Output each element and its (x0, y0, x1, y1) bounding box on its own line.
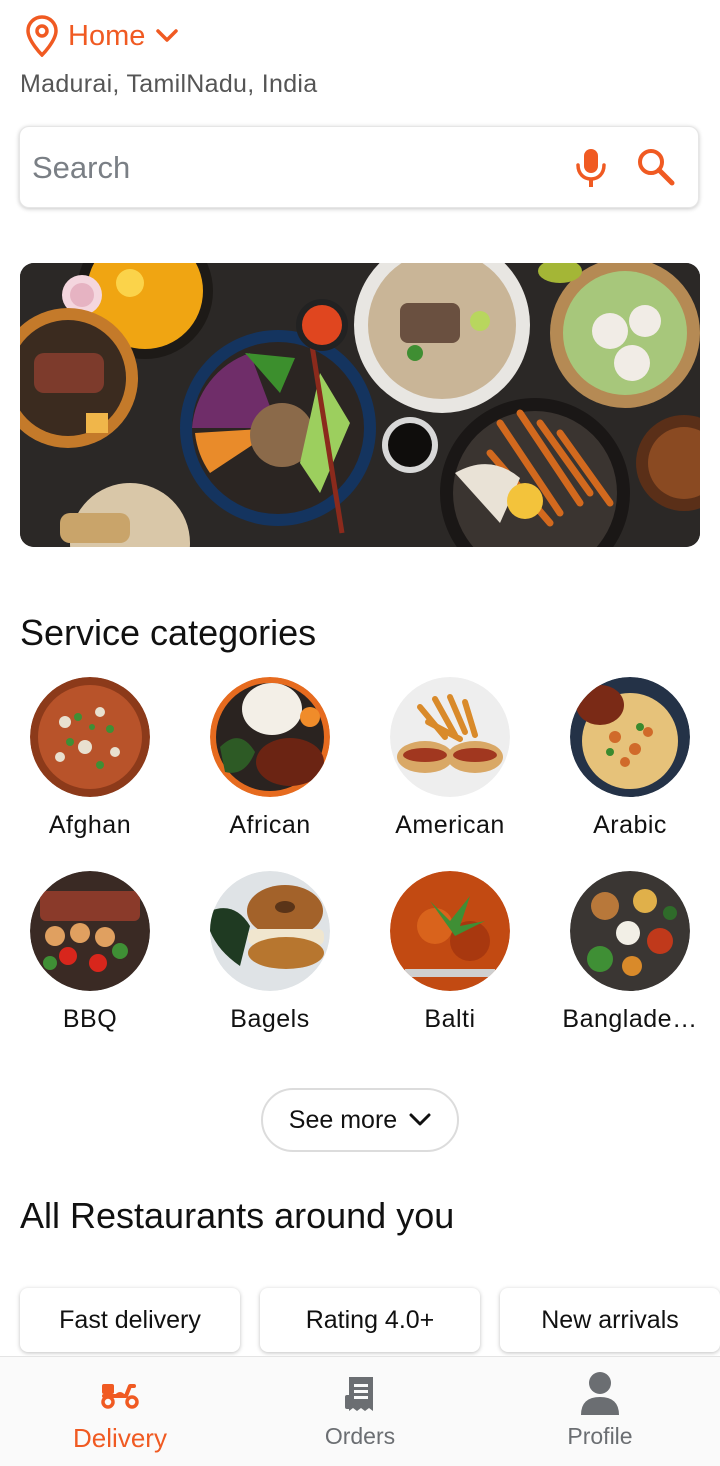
nav-item-profile[interactable]: Profile (480, 1357, 720, 1466)
category-label: Balti (424, 1005, 476, 1033)
category-label: Arabic (593, 811, 667, 839)
search-icon[interactable] (636, 147, 676, 187)
chevron-down-icon (156, 29, 179, 42)
category-bagels[interactable]: Bagels (180, 871, 360, 1034)
category-label: BBQ (62, 1005, 118, 1033)
microphone-icon[interactable] (574, 147, 608, 189)
category-label: Bagels (230, 1005, 310, 1033)
nav-item-orders[interactable]: Orders (240, 1357, 480, 1466)
search-bar (19, 126, 699, 208)
category-image (570, 871, 690, 991)
category-image (570, 677, 690, 797)
category-image (30, 677, 150, 797)
category-bangladeshi[interactable]: Banglade… (540, 871, 720, 1034)
bottom-navigation: Delivery Orders Profile (0, 1356, 720, 1466)
filter-chip-label: Rating 4.0+ (305, 1305, 435, 1334)
category-label: American (395, 811, 505, 839)
category-image (30, 871, 150, 991)
category-arabic[interactable]: Arabic (540, 677, 720, 840)
section-title-restaurants: All Restaurants around you (20, 1195, 455, 1236)
category-image (390, 871, 510, 991)
nav-label-delivery: Delivery (73, 1423, 167, 1453)
location-subtitle: Madurai, TamilNadu, India (20, 70, 318, 98)
nav-label-profile: Profile (567, 1423, 633, 1449)
see-more-button[interactable]: See more (261, 1088, 459, 1152)
category-label: Banglade… (562, 1005, 698, 1033)
category-image (210, 677, 330, 797)
see-more-label: See more (288, 1105, 398, 1134)
category-image (210, 871, 330, 991)
category-american[interactable]: American (360, 677, 540, 840)
filter-chip-new-arrivals[interactable]: New arrivals (500, 1288, 720, 1352)
filter-chip-fast-delivery[interactable]: Fast delivery (20, 1288, 240, 1352)
category-afghan[interactable]: Afghan (0, 677, 180, 840)
location-pin-icon (26, 15, 58, 57)
food-collage-illustration (20, 263, 700, 547)
category-label: African (229, 811, 311, 839)
category-bbq[interactable]: BBQ (0, 871, 180, 1034)
section-title-categories: Service categories (20, 612, 317, 653)
nav-label-orders: Orders (324, 1423, 396, 1449)
category-african[interactable]: African (180, 677, 360, 840)
search-input[interactable] (30, 145, 554, 191)
filter-chip-label: Fast delivery (59, 1305, 201, 1334)
receipt-icon (345, 1377, 373, 1411)
location-title: Home (68, 19, 146, 52)
nav-item-delivery[interactable]: Delivery (0, 1357, 240, 1466)
filter-chip-rating[interactable]: Rating 4.0+ (260, 1288, 480, 1352)
scooter-icon (101, 1384, 139, 1409)
filter-chip-label: New arrivals (541, 1305, 679, 1334)
category-label: Afghan (48, 811, 132, 839)
category-balti[interactable]: Balti (360, 871, 540, 1034)
chevron-down-icon (409, 1113, 431, 1126)
promo-banner-image[interactable] (20, 263, 700, 547)
category-image (390, 677, 510, 797)
person-icon (581, 1372, 619, 1415)
location-selector[interactable]: Home (26, 14, 179, 58)
